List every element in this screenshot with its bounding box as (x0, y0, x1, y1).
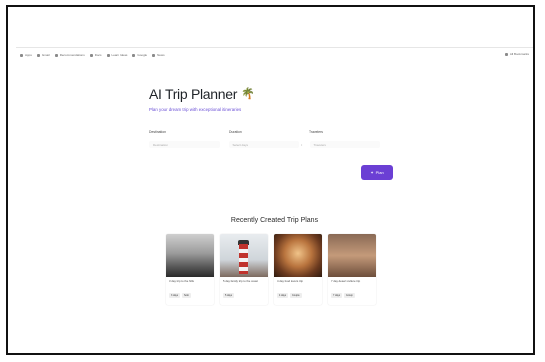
destination-input[interactable]: Destination (149, 141, 220, 148)
recent-plans-list: 3 day trip to the hills 3 days Solo 5 da… (166, 234, 376, 305)
trip-card-caption: 3 day trip to the hills (169, 279, 194, 283)
bookmark-apps[interactable]: Apps (20, 53, 32, 57)
palm-tree-icon: 🌴 (241, 87, 255, 100)
bookmark-gmail[interactable]: Gmail (36, 53, 50, 57)
bookmark-recommendations[interactable]: Recommendations (54, 53, 85, 57)
plan-button-label: Plan (375, 170, 384, 175)
bookmark-docs[interactable]: Docs (89, 53, 102, 57)
browser-viewport: Apps Gmail Recommendations Docs Learn Id… (16, 47, 533, 339)
tag: 4 days (277, 293, 289, 298)
trip-card-tags: 4 days Couple (274, 291, 322, 300)
hero: AI Trip Planner 🌴 Plan your dream trip w… (149, 86, 255, 112)
docs-icon (89, 53, 93, 57)
recent-plans-title: Recently Created Trip Plans (230, 217, 319, 224)
duration-label: Duration (229, 130, 242, 134)
spinner-icon[interactable]: ↕ (301, 143, 303, 147)
trip-card-tags: 3 days Solo (166, 291, 214, 300)
plan-button[interactable]: ✦ Plan (361, 165, 393, 180)
tag: Solo (182, 293, 191, 298)
bookmark-icon (54, 53, 58, 57)
trip-card-caption: 7 day desert culture trip (331, 279, 361, 283)
trip-card[interactable]: 7 day desert culture trip 7 days Group (328, 234, 376, 305)
trip-form: Destination Duration Travelers Destinati… (149, 130, 389, 148)
trip-card[interactable]: 3 day trip to the hills 3 days Solo (166, 234, 214, 305)
trip-card-image (328, 234, 376, 277)
bookmarks-bar: Apps Gmail Recommendations Docs Learn Id… (16, 48, 533, 62)
duration-placeholder: Select days (232, 142, 249, 147)
travelers-label: Travelers (309, 130, 324, 134)
bookmark-learn-ideas[interactable]: Learn Ideas (106, 53, 128, 57)
bookmark-icon (132, 53, 136, 57)
title-row: AI Trip Planner 🌴 (149, 86, 255, 102)
duration-input[interactable]: Select days (228, 141, 299, 148)
bookmark-label: Gmail (41, 53, 50, 57)
trip-card[interactable]: 4 day food lovers trip 4 days Couple (274, 234, 322, 305)
bookmark-label: Google (137, 53, 148, 57)
gmail-icon (36, 53, 40, 57)
all-bookmarks[interactable]: All Bookmarks (504, 52, 529, 56)
trip-card-caption: 4 day food lovers trip (277, 279, 303, 283)
page-subtitle: Plan your dream trip with exceptional it… (149, 107, 242, 112)
bookmark-label: Recommendations (59, 53, 85, 57)
trip-card[interactable]: 5 day family trip to the coast 5 days (220, 234, 268, 305)
form-labels: Destination Duration Travelers (149, 130, 389, 134)
all-bookmarks-label: All Bookmarks (509, 52, 529, 56)
trip-card-tags: 7 days Group (328, 291, 376, 300)
bookmark-news[interactable]: News (152, 53, 165, 57)
travelers-input[interactable]: Travelers (309, 141, 380, 148)
tag: Couple (290, 293, 302, 298)
trip-card-caption: 5 day family trip to the coast (223, 279, 258, 283)
bookmark-label: News (157, 53, 165, 57)
destination-label: Destination (149, 130, 166, 134)
travelers-placeholder: Travelers (313, 142, 326, 147)
bookmark-label: Docs (94, 53, 102, 57)
tag: Group (344, 293, 355, 298)
folder-icon (504, 52, 508, 56)
tag: 7 days (331, 293, 343, 298)
destination-placeholder: Destination (153, 142, 169, 147)
page-title: AI Trip Planner (149, 86, 238, 102)
trip-card-image (220, 234, 268, 277)
bookmark-icon (106, 53, 110, 57)
tag: 3 days (169, 293, 181, 298)
sparkle-icon: ✦ (370, 170, 374, 175)
bookmark-icon (152, 53, 156, 57)
bookmark-label: Learn Ideas (111, 53, 128, 57)
form-fields: Destination Select days ↕ Travelers (149, 141, 389, 148)
trip-card-image (166, 234, 214, 277)
bookmark-google[interactable]: Google (132, 53, 147, 57)
tag: 5 days (223, 293, 235, 298)
trip-card-image (274, 234, 322, 277)
trip-card-tags: 5 days (220, 291, 268, 300)
apps-icon (20, 53, 23, 57)
bookmark-label: Apps (25, 53, 32, 57)
